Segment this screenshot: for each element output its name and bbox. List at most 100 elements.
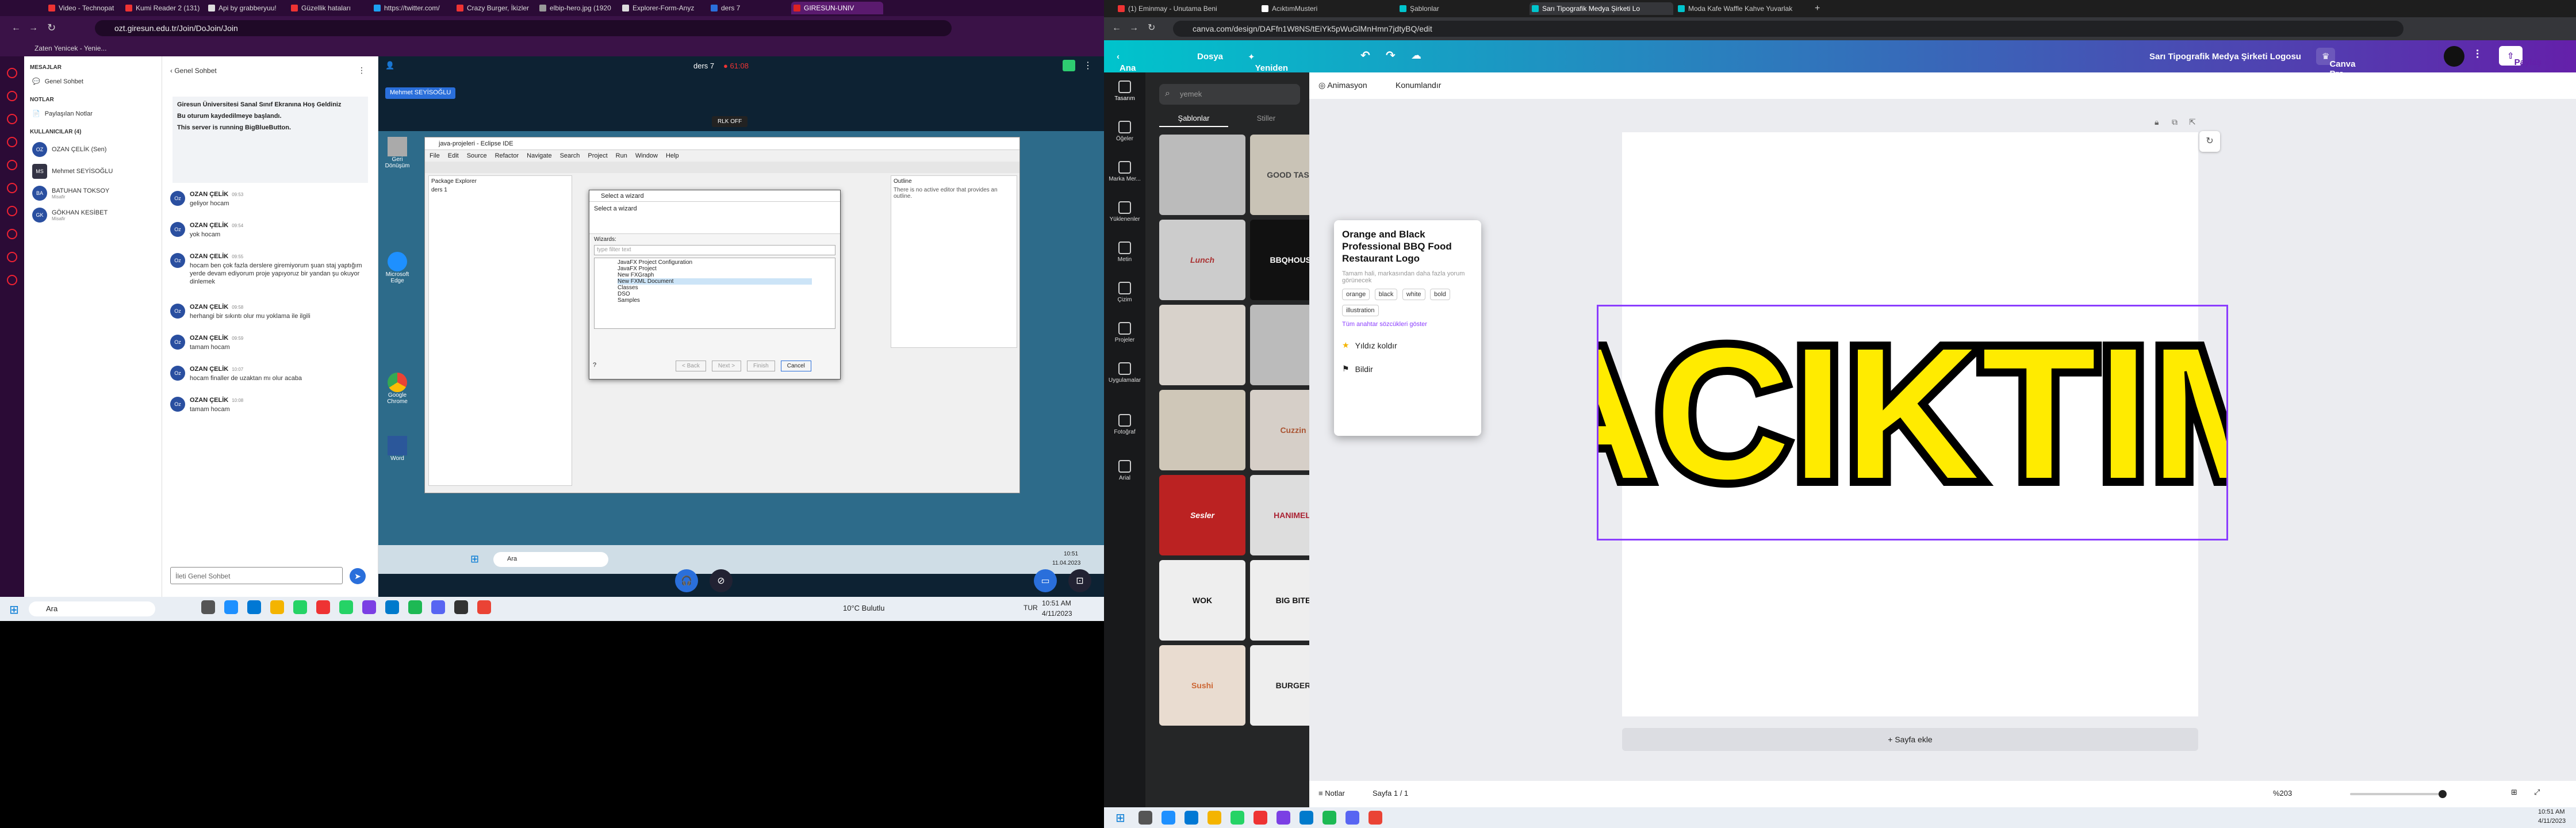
taskbar-app-icon[interactable] (1346, 811, 1359, 825)
filter-input[interactable]: type filter text (594, 245, 835, 255)
rail-brand[interactable]: Marka Mer... (1104, 161, 1145, 182)
fullscreen-icon[interactable]: ⤢ (2534, 788, 2540, 797)
keyword-chip[interactable]: orange (1342, 289, 1370, 300)
tab-styles[interactable]: Stiller (1232, 114, 1301, 126)
rail-uploads[interactable]: Yüklenenler (1104, 201, 1145, 223)
next-button[interactable]: Next > (711, 361, 742, 371)
analytics-icon[interactable]: ⫶ (2476, 48, 2479, 62)
camera-button[interactable]: ⊘ (710, 569, 733, 592)
tree-item[interactable]: DSO (618, 291, 812, 297)
tab[interactable]: AcıktımMusteri (1259, 2, 1392, 15)
tab[interactable]: elbip-hero.jpg (1920 (537, 2, 618, 14)
template-thumbnail[interactable] (1159, 305, 1245, 385)
star-item[interactable]: ★ Yıldız koldır (1342, 340, 1473, 350)
more-options-icon[interactable]: ⋮ (1083, 60, 1092, 71)
rail-icon[interactable] (7, 68, 17, 78)
menu-item[interactable]: File (430, 150, 440, 162)
file-menu[interactable]: Dosya (1197, 52, 1223, 62)
taskbar-app-icon[interactable] (1230, 811, 1244, 825)
selection-box[interactable]: ACIKTIM ACIKTIM (1511, 300, 2314, 540)
refresh-icon[interactable]: ↻ (2199, 131, 2220, 152)
microphone-button[interactable]: 🎧 (675, 569, 698, 592)
tab[interactable]: Video - Technopat (46, 2, 121, 14)
tab-templates[interactable]: Şablonlar (1159, 114, 1228, 127)
desktop-icon[interactable]: Google Chrome (383, 373, 412, 405)
shared-notes-item[interactable]: 📄 Paylaşılan Notlar (24, 106, 162, 121)
taskbar-app-icon[interactable] (477, 600, 491, 614)
taskbar-app-icon[interactable] (1276, 811, 1290, 825)
public-chat-item[interactable]: 💬 Genel Sohbet (24, 74, 162, 89)
forward-icon[interactable]: → (1129, 23, 1138, 33)
chat-input[interactable]: İleti Genel Sohbet (170, 567, 343, 584)
zoom-slider[interactable] (2350, 793, 2442, 795)
menu-item[interactable]: Help (666, 150, 679, 162)
rail-icon[interactable] (7, 252, 17, 262)
tab[interactable]: Güzellik hataları (289, 2, 369, 14)
screenshare-button[interactable]: ▭ (1034, 569, 1057, 592)
resize-button[interactable]: ✦ Yeniden boyutlandır (1248, 52, 1302, 83)
taskbar-app-icon[interactable] (385, 600, 399, 614)
template-thumbnail[interactable]: Sesler (1159, 475, 1245, 555)
menu-item[interactable]: Navigate (527, 150, 551, 162)
back-icon[interactable]: ← (12, 23, 21, 33)
report-item[interactable]: ⚑ Bildir (1342, 364, 1473, 374)
taskbar-app-icon[interactable] (362, 600, 376, 614)
animate-button[interactable]: ◎ Animasyon (1318, 80, 1367, 90)
bookmarks-bar[interactable]: Zaten Yenicek - Yenie... (0, 40, 1104, 56)
eclipse-toolbar[interactable] (425, 162, 1019, 173)
rail-projects[interactable]: Projeler (1104, 322, 1145, 343)
show-all-keywords-link[interactable]: Tüm anahtar sözcükleri göster (1342, 321, 1473, 328)
taskbar-app-icon[interactable] (1184, 811, 1198, 825)
design-page[interactable]: ↻ ACIKTIM ACIKTIM (1511, 131, 2314, 716)
url-field[interactable]: canva.com/design/DAFfn1W8NS/tEiYk5pWuGlM… (1173, 21, 2404, 37)
menu-item[interactable]: Search (560, 150, 580, 162)
template-thumbnail[interactable] (1159, 390, 1245, 470)
user-list-item[interactable]: BA BATUHAN TOKSOY Misafir (24, 182, 162, 204)
taskbar-app-icon[interactable] (293, 600, 307, 614)
tree-item[interactable]: JavaFX Project Configuration (618, 259, 812, 266)
position-button[interactable]: Konumlandır (1396, 80, 1441, 90)
duplicate-icon[interactable]: ⧉ (2172, 117, 2178, 127)
rail-icon[interactable] (7, 275, 17, 285)
menu-item[interactable]: Refactor (495, 150, 519, 162)
rail-design[interactable]: Tasarım (1104, 80, 1145, 102)
tree-item-selected[interactable]: New FXML Document (618, 278, 812, 285)
user-list-item[interactable]: GK GÖKHAN KESİBET Misafir (24, 204, 162, 226)
user-icon[interactable]: 👤 (385, 61, 394, 70)
rail-text[interactable]: Metin (1104, 241, 1145, 263)
lock-icon[interactable]: 🔒︎ (2155, 117, 2159, 127)
rail-elements[interactable]: Öğeler (1104, 121, 1145, 142)
rail-apps[interactable]: Uygulamalar (1104, 362, 1145, 384)
keyword-chip[interactable]: bold (1430, 289, 1450, 300)
taskbar-app-icon[interactable] (454, 600, 468, 614)
rail-icon[interactable] (7, 206, 17, 216)
tree-item[interactable]: Classes (618, 285, 812, 291)
taskbar-app-icon[interactable] (247, 600, 261, 614)
chat-back-button[interactable]: ‹ Genel Sohbet (170, 67, 217, 75)
tree-item[interactable]: New FXGraph (618, 272, 812, 278)
taskbar-app-icon[interactable] (339, 600, 353, 614)
taskbar-app-icon[interactable] (1208, 811, 1221, 825)
desktop-icon[interactable]: Word (383, 436, 412, 462)
taskbar-app-icon[interactable] (201, 600, 215, 614)
template-thumbnail[interactable]: WOK (1159, 560, 1245, 641)
rail-icon[interactable] (7, 183, 17, 193)
taskbar-app-icon[interactable] (1300, 811, 1313, 825)
tab-active[interactable]: GIRESUN-UNIV (791, 2, 883, 14)
tab[interactable]: Explorer-Form-Anyz (620, 2, 706, 14)
template-thumbnail[interactable]: Sushi (1159, 645, 1245, 726)
back-button[interactable]: < Back (676, 361, 706, 371)
menu-item[interactable]: Source (467, 150, 487, 162)
grid-view-icon[interactable]: ⊞ (2511, 788, 2517, 797)
language-indicator[interactable]: TUR (1023, 604, 1038, 612)
taskbar-app-icon[interactable] (431, 600, 445, 614)
avatar[interactable] (2444, 46, 2464, 67)
new-tab-button[interactable]: + (1815, 3, 1820, 14)
template-search-input[interactable]: yemek (1159, 84, 1300, 105)
pro-trial-button[interactable]: ♛ Canva Pro planını deneyin (2316, 48, 2362, 98)
add-page-button[interactable]: + Sayfa ekle (1622, 728, 2198, 751)
taskbar-app-icon[interactable] (408, 600, 422, 614)
taskbar-app-icon[interactable] (1138, 811, 1152, 825)
tab[interactable]: (1) Eminmay - Unutama Beni (1116, 2, 1254, 15)
finish-button[interactable]: Finish (747, 361, 775, 371)
